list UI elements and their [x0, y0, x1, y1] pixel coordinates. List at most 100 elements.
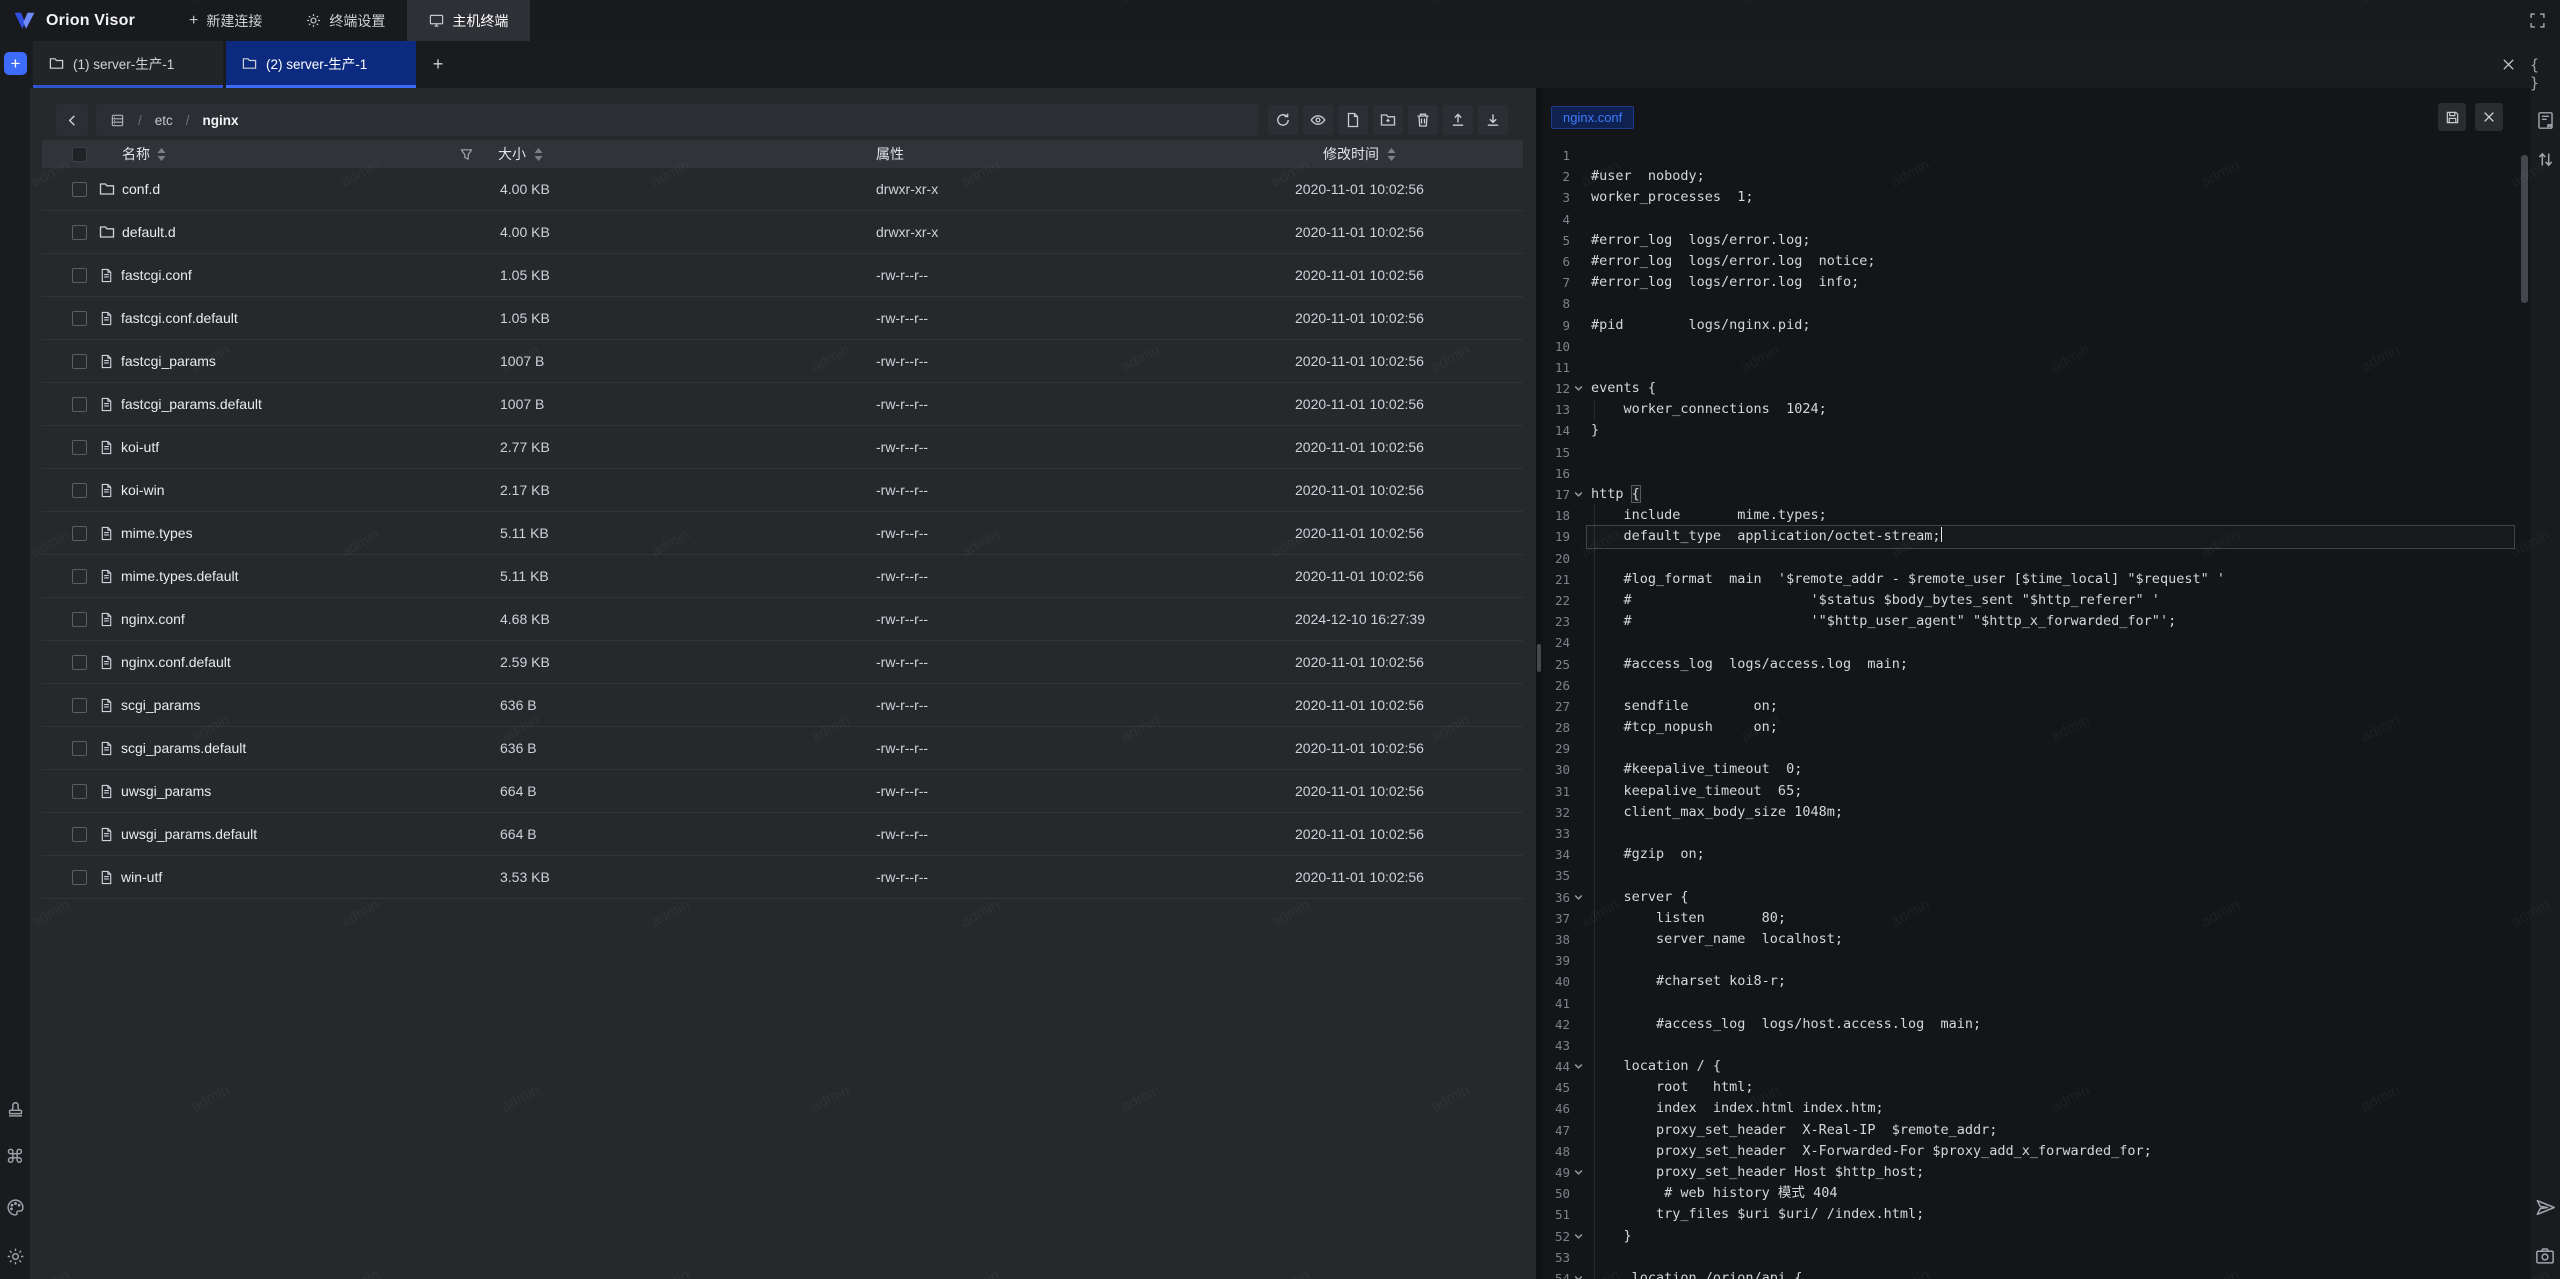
fold-chevron-icon[interactable] [1570, 1226, 1587, 1247]
row-checkbox[interactable] [72, 827, 87, 842]
table-row[interactable]: uwsgi_params.default664 B-rw-r--r--2020-… [42, 813, 1523, 856]
code-line[interactable]: proxy_set_header Host $http_host; [1587, 1162, 2514, 1183]
table-row[interactable]: conf.d4.00 KBdrwxr-xr-x2020-11-01 10:02:… [42, 168, 1523, 211]
row-checkbox[interactable] [72, 741, 87, 756]
code-line[interactable]: # '"$http_user_agent" "$http_x_forwarded… [1587, 611, 2514, 632]
row-checkbox[interactable] [72, 397, 87, 412]
file-name[interactable]: fastcgi_params [121, 353, 216, 369]
code-line[interactable] [1587, 209, 2514, 230]
file-name[interactable]: nginx.conf.default [121, 654, 231, 670]
table-row[interactable]: uwsgi_params664 B-rw-r--r--2020-11-01 10… [42, 770, 1523, 813]
code-line[interactable] [1587, 145, 2514, 166]
file-name[interactable]: nginx.conf [121, 611, 185, 627]
code-line[interactable]: #access_log logs/access.log main; [1587, 654, 2514, 675]
terminal-tab-2[interactable]: (2) server-生产-1 [226, 41, 416, 88]
code-line[interactable] [1587, 865, 2514, 886]
close-editor-button[interactable] [2475, 103, 2503, 131]
code-line[interactable]: #access_log logs/host.access.log main; [1587, 1014, 2514, 1035]
code-line[interactable] [1587, 463, 2514, 484]
code-line[interactable]: #log_format main '$remote_addr - $remote… [1587, 569, 2514, 590]
open-file-badge[interactable]: nginx.conf [1551, 106, 1634, 129]
row-checkbox[interactable] [72, 311, 87, 326]
code-line[interactable]: location / { [1587, 1056, 2514, 1077]
sort-icon[interactable] [534, 148, 543, 161]
code-line[interactable] [1587, 336, 2514, 357]
code-line[interactable]: # web history 模式 404 [1587, 1183, 2514, 1204]
table-row[interactable]: fastcgi.conf.default1.05 KB-rw-r--r--202… [42, 297, 1523, 340]
code-line[interactable] [1587, 738, 2514, 759]
code-line[interactable]: #keepalive_timeout 0; [1587, 759, 2514, 780]
table-row[interactable]: fastcgi.conf1.05 KB-rw-r--r--2020-11-01 … [42, 254, 1523, 297]
document-bookmark-icon[interactable] [2534, 109, 2556, 131]
code-line[interactable]: proxy_set_header X-Forwarded-For $proxy_… [1587, 1141, 2514, 1162]
code-line[interactable] [1587, 823, 2514, 844]
code-line[interactable]: #gzip on; [1587, 844, 2514, 865]
fold-chevron-icon[interactable] [1570, 887, 1587, 908]
code-line[interactable]: worker_connections 1024; [1587, 399, 2514, 420]
breadcrumb-segment[interactable]: etc [155, 113, 173, 128]
code-line[interactable] [1587, 357, 2514, 378]
code-line[interactable]: server { [1587, 887, 2514, 908]
code-line[interactable]: #error_log logs/error.log info; [1587, 272, 2514, 293]
code-line[interactable] [1587, 442, 2514, 463]
menu-terminal-settings[interactable]: 终端设置 [284, 0, 407, 41]
code-line[interactable]: #error_log logs/error.log; [1587, 230, 2514, 251]
code-line[interactable]: sendfile on; [1587, 696, 2514, 717]
fold-chevron-icon[interactable] [1570, 1056, 1587, 1077]
code-line[interactable]: root html; [1587, 1077, 2514, 1098]
file-name[interactable]: fastcgi_params.default [121, 396, 262, 412]
code-line[interactable] [1587, 632, 2514, 653]
row-checkbox[interactable] [72, 268, 87, 283]
file-name[interactable]: fastcgi.conf.default [121, 310, 238, 326]
refresh-button[interactable] [1268, 105, 1298, 135]
add-tab-button[interactable]: + [416, 41, 460, 88]
terminal-tab-1[interactable]: (1) server-生产-1 [33, 41, 223, 88]
table-row[interactable]: scgi_params.default636 B-rw-r--r--2020-1… [42, 727, 1523, 770]
menu-host-terminal[interactable]: 主机终端 [407, 0, 530, 41]
code-line[interactable]: } [1587, 420, 2514, 441]
column-header-size[interactable]: 大小 [455, 144, 830, 164]
code-line[interactable] [1587, 950, 2514, 971]
palette-icon[interactable] [4, 1196, 26, 1218]
table-row[interactable]: koi-utf2.77 KB-rw-r--r--2020-11-01 10:02… [42, 426, 1523, 469]
row-checkbox[interactable] [72, 569, 87, 584]
code-line[interactable]: worker_processes 1; [1587, 187, 2514, 208]
code-line[interactable]: location /orion/api { [1587, 1268, 2514, 1279]
row-checkbox[interactable] [72, 784, 87, 799]
table-row[interactable]: fastcgi_params.default1007 B-rw-r--r--20… [42, 383, 1523, 426]
code-line[interactable]: } [1587, 1226, 2514, 1247]
row-checkbox[interactable] [72, 182, 87, 197]
fold-chevron-icon[interactable] [1570, 484, 1587, 505]
sort-icon[interactable] [157, 148, 166, 161]
code-line[interactable] [1587, 1247, 2514, 1268]
code-line[interactable]: # '$status $body_bytes_sent "$http_refer… [1587, 590, 2514, 611]
code-line[interactable]: #pid logs/nginx.pid; [1587, 315, 2514, 336]
editor-scrollbar[interactable] [2521, 155, 2528, 303]
menu-new-connection[interactable]: + 新建连接 [167, 0, 284, 41]
file-name[interactable]: scgi_params.default [121, 740, 246, 756]
fold-chevron-icon[interactable] [1570, 378, 1587, 399]
code-line[interactable]: #error_log logs/error.log notice; [1587, 251, 2514, 272]
code-line[interactable]: include mime.types; [1587, 505, 2514, 526]
column-header-name[interactable]: 名称 [99, 144, 455, 164]
delete-button[interactable] [1408, 105, 1438, 135]
file-name[interactable]: mime.types.default [121, 568, 239, 584]
row-checkbox[interactable] [72, 870, 87, 885]
code-line[interactable] [1587, 293, 2514, 314]
new-file-button[interactable] [1338, 105, 1368, 135]
fold-chevron-icon[interactable] [1570, 1268, 1587, 1279]
code-editor[interactable]: 12#user nobody;3worker_processes 1;45#er… [1543, 145, 2530, 1279]
table-row[interactable]: nginx.conf4.68 KB-rw-r--r--2024-12-10 16… [42, 598, 1523, 641]
file-name[interactable]: win-utf [121, 869, 162, 885]
filter-icon[interactable] [459, 147, 474, 162]
row-checkbox[interactable] [72, 483, 87, 498]
fullscreen-icon[interactable] [2526, 10, 2548, 32]
code-line[interactable]: client_max_body_size 1048m; [1587, 802, 2514, 823]
new-folder-button[interactable] [1373, 105, 1403, 135]
row-checkbox[interactable] [72, 612, 87, 627]
code-line[interactable]: #charset koi8-r; [1587, 971, 2514, 992]
code-line[interactable]: try_files $uri $uri/ /index.html; [1587, 1204, 2514, 1225]
breadcrumb-segment-current[interactable]: nginx [203, 113, 239, 128]
table-row[interactable]: mime.types.default5.11 KB-rw-r--r--2020-… [42, 555, 1523, 598]
braces-icon[interactable]: { } [2530, 56, 2560, 92]
